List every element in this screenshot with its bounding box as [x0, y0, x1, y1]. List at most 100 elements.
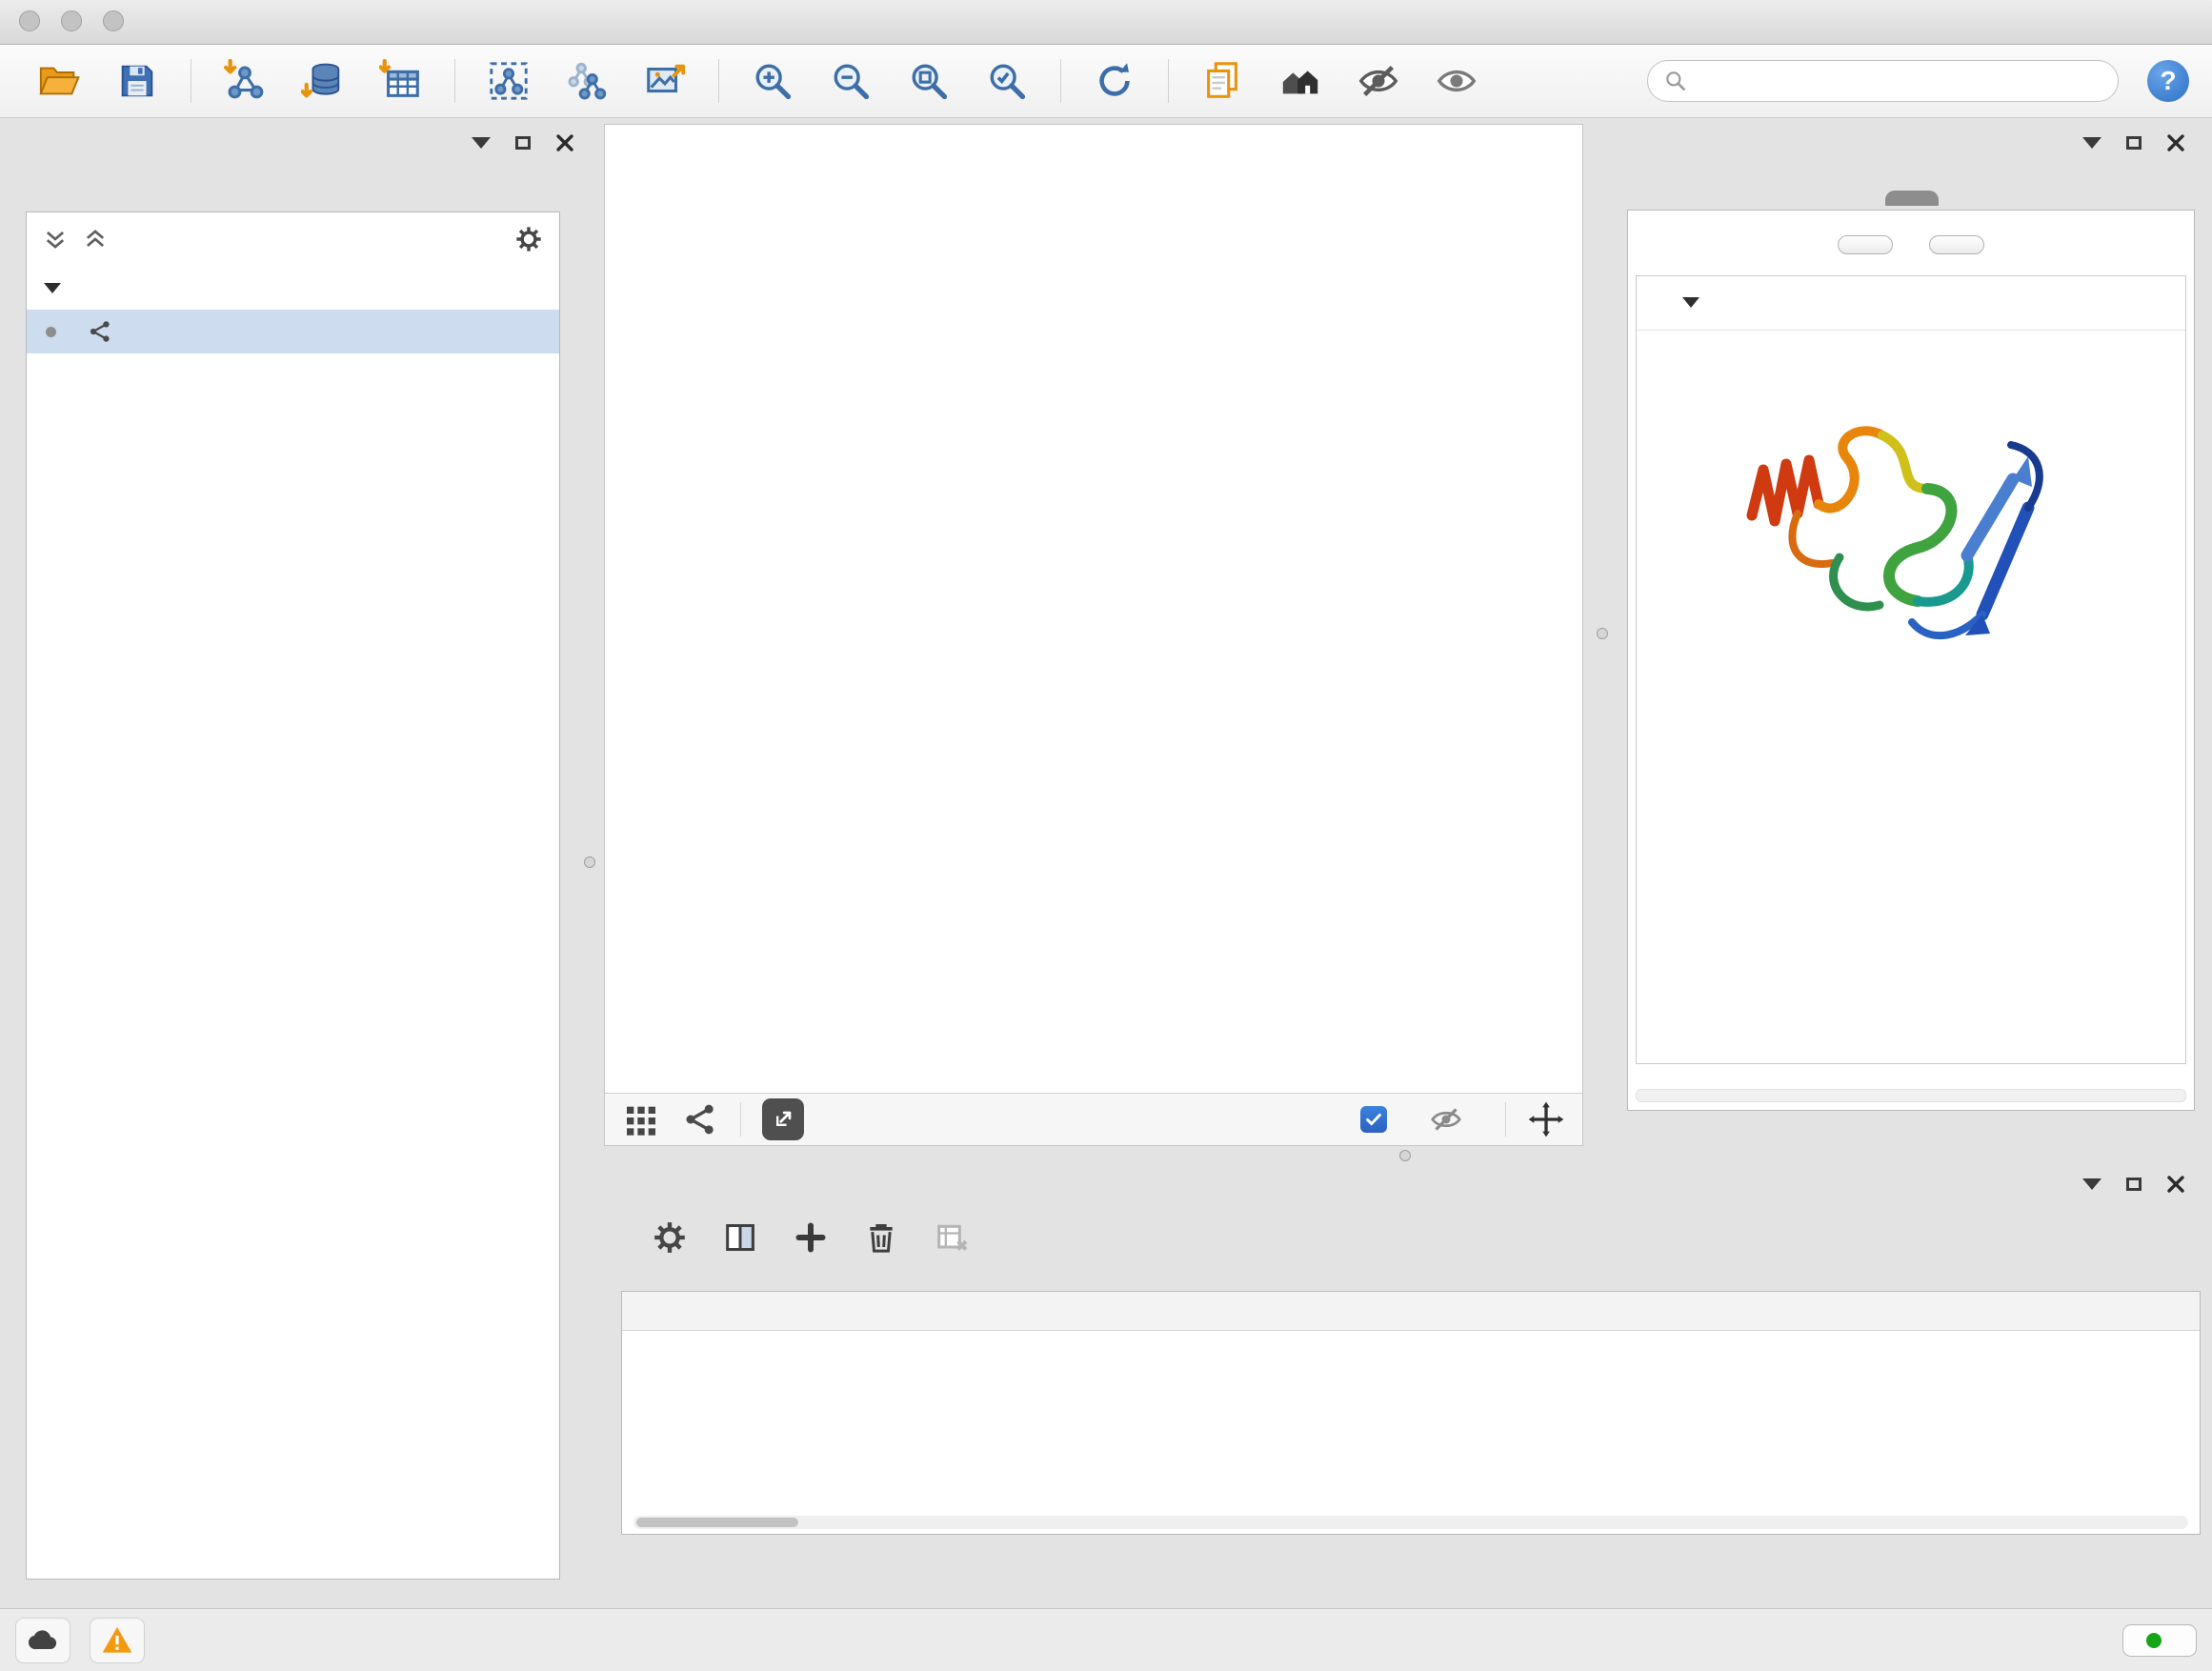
- tab-string[interactable]: [1885, 191, 1939, 206]
- panel-menu-icon[interactable]: [472, 137, 491, 149]
- network-selection-icon: [487, 59, 531, 103]
- hidden-eye-icon[interactable]: [1429, 1102, 1463, 1137]
- results-scrollbar[interactable]: [1636, 1089, 2186, 1102]
- scrollbar-thumb[interactable]: [636, 1518, 798, 1527]
- zoom-window-button[interactable]: [103, 10, 124, 31]
- toolbar-separator: [454, 59, 455, 103]
- network-list-box: [26, 211, 560, 1580]
- import-table-icon: [379, 59, 423, 103]
- zoom-fit-button[interactable]: [904, 56, 954, 106]
- protein-structure-image: [1725, 363, 2097, 706]
- hide-graphics-button[interactable]: [1354, 56, 1403, 106]
- delete-table-icon: [933, 1218, 971, 1257]
- duplicate-session-button[interactable]: [1197, 56, 1247, 106]
- network-collection-row[interactable]: [27, 266, 559, 310]
- houses-icon: [1278, 59, 1322, 103]
- refresh-icon: [1093, 59, 1136, 103]
- search-box[interactable]: [1647, 60, 2119, 102]
- protein-description: [1637, 331, 2185, 346]
- protein-card-header[interactable]: [1637, 276, 2185, 331]
- database-import-icon: [301, 59, 345, 103]
- arrow-up-right-icon: [770, 1106, 796, 1133]
- open-session-button[interactable]: [34, 56, 84, 106]
- network-overview-button[interactable]: [681, 1100, 719, 1138]
- new-network-selection-button[interactable]: [484, 56, 533, 106]
- collapse-all-icon[interactable]: [42, 226, 69, 252]
- splitter-handle[interactable]: [584, 856, 595, 868]
- panel-float-icon[interactable]: [2126, 136, 2142, 150]
- toolbar-separator: [1168, 59, 1169, 103]
- cloud-icon: [26, 1623, 60, 1658]
- network-row-selected[interactable]: [27, 310, 559, 353]
- image-export-icon: [643, 59, 687, 103]
- pan-mode-button[interactable]: [1527, 1100, 1565, 1138]
- section-expand-icon[interactable]: [1682, 297, 1699, 308]
- close-window-button[interactable]: [19, 10, 40, 31]
- selected-checkbox-icon[interactable]: [1360, 1106, 1387, 1133]
- panel-float-icon[interactable]: [515, 136, 531, 150]
- memory-button[interactable]: [2122, 1624, 2197, 1657]
- zoom-selected-button[interactable]: [982, 56, 1032, 106]
- results-panel: [1622, 124, 2201, 1134]
- panel-close-icon[interactable]: [2166, 133, 2185, 152]
- save-icon: [115, 59, 159, 103]
- zoom-in-icon: [751, 59, 794, 103]
- clone-network-button[interactable]: [562, 56, 612, 106]
- export-view-button[interactable]: [762, 1098, 804, 1140]
- panel-close-icon[interactable]: [555, 133, 574, 152]
- expand-all-button[interactable]: [1838, 235, 1893, 254]
- panel-menu-icon[interactable]: [2082, 137, 2101, 149]
- gear-icon[interactable]: [651, 1218, 689, 1257]
- table-scrollbar[interactable]: [633, 1516, 2188, 1529]
- graphics-details-button[interactable]: [1276, 56, 1325, 106]
- birdseye-view-button[interactable]: [622, 1100, 660, 1138]
- export-image-button[interactable]: [640, 56, 690, 106]
- panel-menu-icon[interactable]: [2082, 1178, 2101, 1190]
- minimize-window-button[interactable]: [61, 10, 82, 31]
- network-view: [604, 124, 1583, 1146]
- add-icon[interactable]: [792, 1218, 830, 1257]
- expand-all-icon[interactable]: [82, 226, 109, 252]
- collapse-all-button[interactable]: [1929, 235, 1984, 254]
- protein-card: [1636, 275, 2186, 1064]
- help-button[interactable]: [2147, 60, 2189, 102]
- node-table: [621, 1291, 2201, 1535]
- trash-icon[interactable]: [862, 1218, 900, 1257]
- grid-icon: [622, 1100, 660, 1138]
- tree-expand-icon[interactable]: [44, 283, 61, 293]
- search-icon: [1663, 69, 1688, 93]
- eye-icon: [1435, 59, 1478, 103]
- import-network-database-button[interactable]: [298, 56, 348, 106]
- cloud-button[interactable]: [15, 1618, 70, 1663]
- import-network-file-button[interactable]: [220, 56, 270, 106]
- save-session-button[interactable]: [112, 56, 162, 106]
- zoom-out-button[interactable]: [826, 56, 875, 106]
- network-icon: [87, 318, 113, 345]
- status-bar: [0, 1608, 2212, 1671]
- warning-icon: [100, 1623, 134, 1658]
- show-graphics-button[interactable]: [1432, 56, 1481, 106]
- gear-icon[interactable]: [513, 224, 544, 254]
- toolbar-separator: [1060, 59, 1061, 103]
- splitter-handle[interactable]: [1399, 1150, 1411, 1161]
- search-input[interactable]: [1698, 67, 2102, 95]
- clone-network-icon: [565, 59, 609, 103]
- zoom-in-button[interactable]: [748, 56, 797, 106]
- panel-close-icon[interactable]: [2166, 1175, 2185, 1194]
- control-panel: [11, 124, 590, 1580]
- panel-float-icon[interactable]: [2126, 1178, 2142, 1191]
- crosslinks-heading: [1637, 706, 2185, 744]
- table-panel: [616, 1165, 2201, 1593]
- apply-layout-button[interactable]: [1090, 56, 1139, 106]
- network-view-toolbar: [605, 1093, 1582, 1145]
- import-network-icon: [223, 59, 267, 103]
- window-controls[interactable]: [19, 10, 124, 31]
- insert-column-icon[interactable]: [721, 1218, 759, 1257]
- share-icon: [681, 1100, 719, 1138]
- network-canvas[interactable]: [605, 125, 1582, 1093]
- import-table-button[interactable]: [376, 56, 426, 106]
- warnings-button[interactable]: [90, 1618, 145, 1663]
- table-toolbar: [616, 1203, 2201, 1268]
- splitter-handle[interactable]: [1597, 628, 1608, 639]
- zoom-selected-icon: [985, 59, 1029, 103]
